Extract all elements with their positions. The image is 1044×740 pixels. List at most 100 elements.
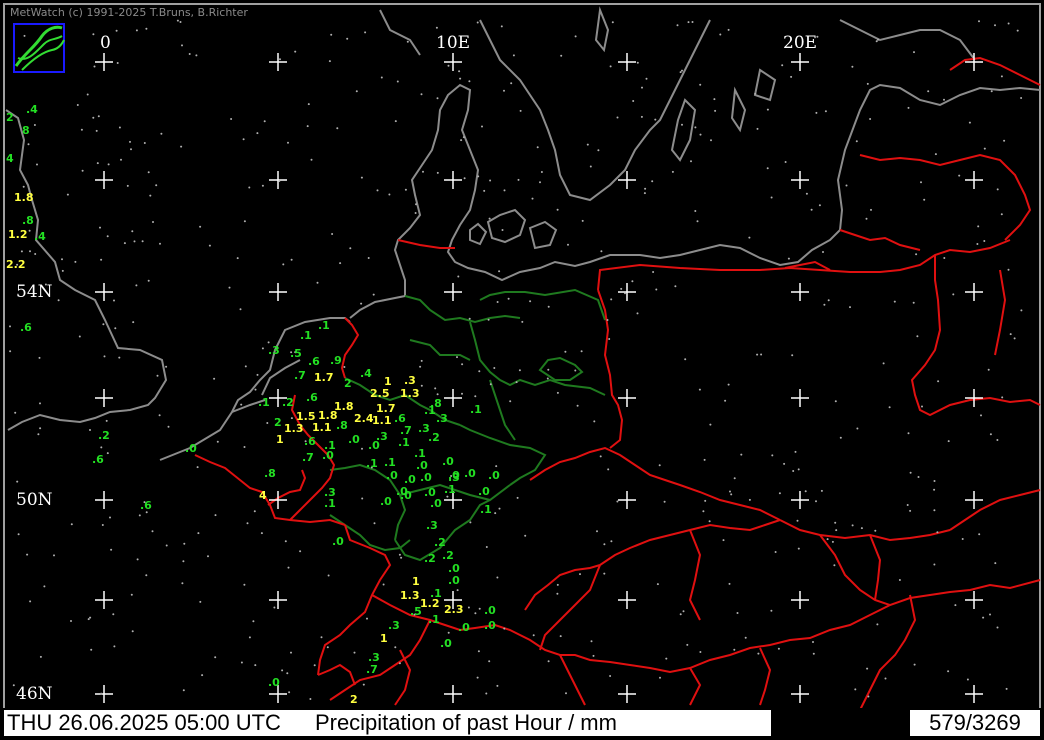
station-dot — [116, 62, 119, 64]
station-dot — [261, 347, 264, 350]
station-dot — [349, 247, 352, 250]
station-dot — [733, 477, 736, 480]
station-dot — [176, 19, 179, 22]
station-dot — [659, 676, 661, 679]
station-dot — [286, 672, 289, 675]
station-dot — [89, 429, 91, 431]
precip-value-label: .0 — [416, 459, 428, 472]
precip-value-label: .0 — [368, 439, 380, 452]
station-dot — [152, 221, 154, 223]
station-dot — [240, 661, 243, 664]
station-dot — [279, 58, 281, 61]
station-dot — [976, 243, 979, 245]
station-dot — [509, 400, 512, 403]
station-dot — [524, 534, 527, 537]
precip-value-label: .1 — [324, 497, 336, 510]
station-dot — [213, 377, 216, 380]
station-dot — [481, 125, 483, 128]
precip-value-label: .3 — [436, 412, 448, 425]
station-dot — [770, 609, 773, 612]
station-dot — [756, 353, 759, 356]
station-dot — [29, 600, 32, 603]
station-dot — [188, 53, 191, 55]
station-dot — [26, 553, 29, 556]
station-dot — [415, 203, 417, 206]
precip-value-label: .1 — [470, 403, 482, 416]
station-dot — [805, 192, 808, 195]
precip-value-label: .6 — [306, 391, 318, 404]
station-dot — [242, 138, 245, 141]
station-dot — [476, 676, 479, 679]
station-dot — [165, 365, 168, 368]
station-dot — [681, 123, 683, 126]
station-dot — [366, 617, 368, 620]
station-dot — [812, 652, 815, 655]
station-dot — [131, 630, 134, 633]
precip-value-label: 1 — [384, 375, 392, 388]
station-dot — [496, 576, 499, 579]
station-dot — [679, 71, 682, 74]
station-dot — [388, 193, 391, 196]
station-dot — [256, 132, 259, 135]
station-dot — [709, 423, 712, 426]
station-dot — [195, 54, 198, 57]
station-dot — [645, 77, 648, 80]
precip-value-label: .4 — [360, 367, 372, 380]
station-dot — [290, 258, 293, 261]
station-dot — [784, 161, 787, 163]
station-dot — [489, 383, 492, 386]
station-dot — [422, 170, 424, 173]
station-dot — [686, 643, 689, 646]
precip-value-label: 1.1 — [372, 414, 392, 427]
station-dot — [815, 500, 817, 503]
station-dot — [947, 440, 950, 443]
station-dot — [474, 395, 477, 398]
station-dot — [78, 335, 81, 338]
station-dot — [90, 648, 93, 651]
station-dot — [361, 447, 363, 450]
station-dot — [907, 432, 910, 435]
station-dot — [727, 383, 730, 386]
station-dot — [592, 654, 595, 657]
station-dot — [982, 616, 985, 619]
precip-value-label: 2.5 — [370, 387, 390, 400]
station-dot — [254, 664, 257, 667]
station-dot — [376, 189, 379, 192]
station-dot — [933, 480, 936, 482]
precip-value-label: .0 — [488, 469, 500, 482]
station-dot — [567, 243, 569, 246]
station-dot — [856, 427, 859, 430]
longitude-label-0: 0 — [100, 33, 111, 53]
station-dot — [804, 490, 807, 493]
station-dot — [476, 21, 479, 24]
station-dot — [913, 51, 915, 54]
precip-value-label: .1 — [384, 456, 396, 469]
station-dot — [586, 143, 589, 146]
station-dot — [330, 33, 333, 36]
station-dot — [419, 365, 422, 368]
station-dot — [254, 388, 257, 391]
station-dot — [380, 76, 383, 79]
station-dot — [608, 338, 611, 340]
station-dot — [898, 579, 901, 581]
precip-value-label: 1.3 — [400, 387, 420, 400]
station-dot — [457, 275, 460, 278]
station-dot — [556, 391, 559, 394]
station-dot — [640, 115, 643, 118]
station-dot — [459, 77, 462, 80]
station-dot — [360, 176, 363, 179]
station-dot — [326, 646, 329, 649]
station-dot — [576, 404, 579, 407]
station-dot — [1007, 268, 1010, 271]
station-dot — [236, 257, 239, 260]
station-dot — [794, 450, 797, 453]
station-dot — [915, 253, 918, 256]
station-dot — [498, 270, 501, 273]
station-dot — [987, 368, 990, 371]
precip-value-label: 2 — [6, 111, 14, 124]
station-dot — [1013, 337, 1016, 340]
station-dot — [353, 651, 356, 654]
station-dot — [467, 606, 470, 609]
station-dot — [581, 219, 584, 222]
station-dot — [740, 453, 743, 456]
